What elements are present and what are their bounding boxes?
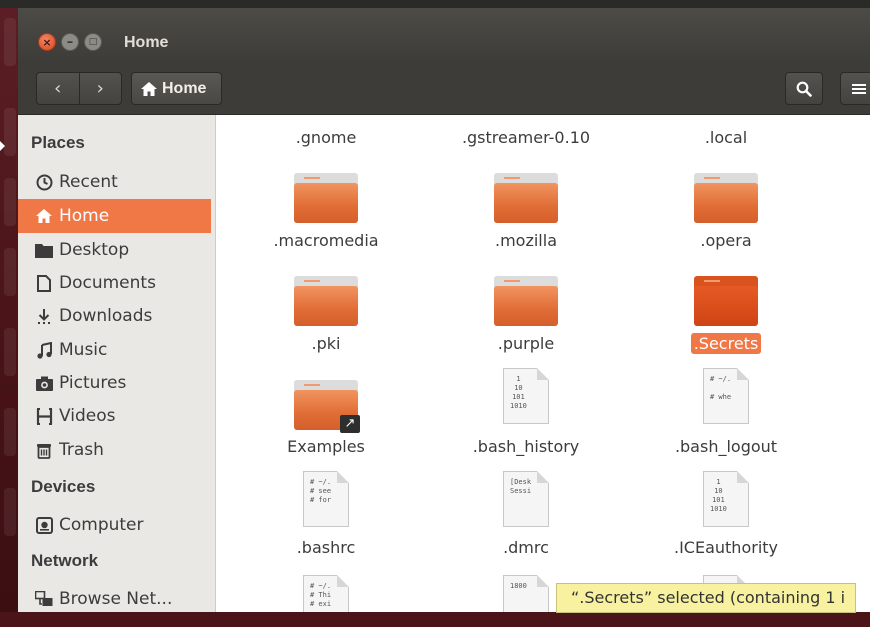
document-icon [33,274,55,292]
clock-icon [33,174,55,191]
file-name: .gnome [295,128,357,147]
sidebar-item-label: Recent [59,172,118,192]
sidebar-item-label: Downloads [59,306,153,326]
launcher [0,8,18,627]
close-window-button[interactable]: × [38,33,56,51]
launcher-icon[interactable] [4,328,16,376]
folder-icon [494,276,558,326]
file-name: .Secrets [626,333,826,354]
network-icon [33,590,55,608]
chevron-left-icon: ‹ [54,78,62,99]
folder-icon [494,173,558,223]
text-file-icon: # ~/. # see # for [303,471,349,527]
sidebar-item-label: Home [59,206,110,226]
desktop-background [0,612,870,627]
sidebar-item-home[interactable]: Home [18,199,211,233]
section-places: Places [31,133,85,152]
file-name: .bashrc [296,538,356,557]
file-name: .ICEauthority [674,538,778,557]
file-name: .dmrc [503,538,549,557]
download-icon [33,308,55,325]
launcher-icon[interactable] [4,408,16,456]
sidebar-item-label: Documents [59,273,156,293]
sidebar-item-label: Trash [59,440,104,460]
folder-icon [694,276,758,326]
path-bar-home-button[interactable]: Home [131,72,222,105]
sidebar-item-desktop[interactable]: Desktop [18,233,211,267]
folder-icon [294,173,358,223]
file-grid: .gnome .gstreamer-0.10 .local .macromedi… [216,115,870,612]
minimize-window-button[interactable]: – [61,33,79,51]
hamburger-icon [852,83,866,94]
sidebar-item-label: Desktop [59,240,130,260]
file-manager-window: × – □ Home ‹ › Home Places Recent Home D… [18,8,870,612]
launcher-icon[interactable] [4,488,16,536]
file-name: .pki [311,334,341,353]
file-name: .macromedia [273,231,379,250]
music-icon [33,341,55,359]
sidebar-item-label: Videos [59,406,116,426]
file-name: .opera [700,231,752,250]
forward-button[interactable]: › [78,73,122,104]
folder-icon [33,243,55,258]
search-button[interactable] [785,72,823,105]
sidebar-item-recent[interactable]: Recent [18,165,211,199]
sidebar-item-label: Music [59,340,108,360]
search-icon [796,81,812,97]
sidebar-item-videos[interactable]: Videos [18,399,211,433]
status-tooltip: “.Secrets” selected (containing 1 i [556,583,856,613]
text-file-icon: # ~/. # whe [703,368,749,424]
folder-icon [294,276,358,326]
sidebar-item-documents[interactable]: Documents [18,266,211,300]
home-icon [141,81,157,96]
film-icon [33,407,55,425]
text-file-icon: [Desk Sessi [503,471,549,527]
file-name: .mozilla [495,231,557,250]
text-file-icon: 1 10 101 1010 [503,368,549,424]
chevron-right-icon: › [96,78,104,99]
launcher-icon[interactable] [4,178,16,226]
launcher-icon[interactable] [4,248,16,296]
home-icon [33,209,55,223]
camera-icon [33,376,55,391]
trash-icon [33,442,55,459]
symlink-arrow-icon: ↗ [340,415,360,433]
file-name: Examples [287,437,365,456]
folder-icon: ↗ [294,380,360,433]
launcher-icon[interactable] [4,108,16,156]
maximize-window-button[interactable]: □ [84,33,102,51]
text-file-icon: # ~/. # Thi # exi [303,575,349,612]
sidebar-item-label: Computer [59,515,144,535]
active-indicator [0,141,5,151]
path-label: Home [162,79,207,97]
file-name: .purple [497,334,555,353]
file-name: .bash_logout [674,437,778,456]
titlebar[interactable]: × – □ Home [18,8,870,62]
sidebar-item-label: Browse Net... [59,589,173,609]
sidebar-item-browse-network[interactable]: Browse Net... [18,582,211,612]
sidebar-item-label: Pictures [59,373,127,393]
drive-icon [33,516,55,534]
file-name: .bash_history [472,437,580,456]
file-name: .local [704,128,748,147]
menu-button[interactable] [840,72,870,105]
file-name: .gstreamer-0.10 [461,128,591,147]
window-title: Home [124,34,169,51]
text-file-icon: 1800 [503,575,549,612]
toolbar: ‹ › Home [18,62,870,115]
sidebar-item-trash[interactable]: Trash [18,433,211,467]
text-file-icon: 1 10 101 1010 [703,471,749,527]
folder-icon [694,173,758,223]
back-button[interactable]: ‹ [37,73,79,104]
section-devices: Devices [31,477,96,496]
sidebar: Places Recent Home Desktop Documents Dow… [18,115,216,612]
sidebar-item-pictures[interactable]: Pictures [18,366,211,400]
sidebar-item-downloads[interactable]: Downloads [18,299,211,333]
sidebar-item-music[interactable]: Music [18,333,211,367]
history-nav: ‹ › [36,72,122,105]
section-network: Network [31,551,99,570]
sidebar-item-computer[interactable]: Computer [18,508,211,542]
launcher-icon[interactable] [4,18,16,66]
top-panel [0,0,870,8]
